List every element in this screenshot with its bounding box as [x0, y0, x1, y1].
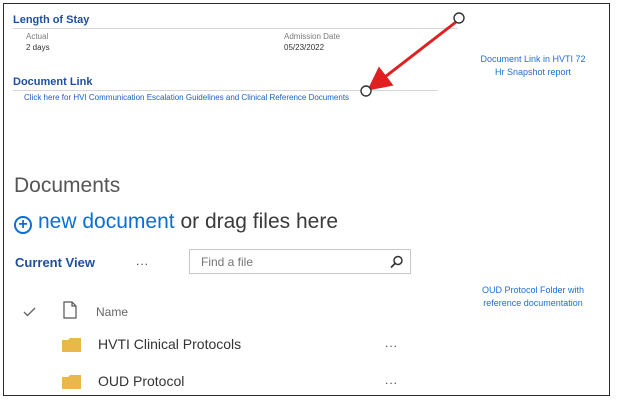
table-row[interactable]: OUD Protocol ...	[4, 368, 454, 395]
find-file-input[interactable]	[199, 254, 383, 270]
note-line: OUD Protocol Folder with	[481, 285, 585, 295]
note-line: Document Link in HVTI 72	[480, 54, 586, 64]
note-line: reference documentation	[483, 298, 583, 308]
row-name[interactable]: HVTI Clinical Protocols	[98, 336, 241, 352]
column-header-name[interactable]: Name	[96, 305, 128, 319]
drag-files-text: or drag files here	[180, 210, 339, 233]
annotation-note-document-link: Document Link in HVTI 72 Hr Snapshot rep…	[458, 53, 608, 79]
checkmark-icon[interactable]	[23, 307, 36, 317]
table-row[interactable]: HVTI Clinical Protocols ...	[4, 331, 454, 359]
new-document-row: new document or drag files here	[38, 210, 338, 234]
view-more-menu[interactable]: ...	[136, 254, 149, 268]
add-icon[interactable]: +	[14, 216, 32, 234]
row-more-menu[interactable]: ...	[385, 373, 398, 387]
row-more-menu[interactable]: ...	[385, 336, 398, 350]
current-view-button[interactable]: Current View	[15, 255, 95, 270]
folder-icon	[62, 375, 81, 389]
new-document-link[interactable]: new document	[38, 210, 175, 233]
find-file-search-box[interactable]	[189, 249, 411, 274]
annotation-note-oud-folder: OUD Protocol Folder with reference docum…	[458, 284, 608, 310]
note-line: Hr Snapshot report	[494, 67, 572, 77]
search-icon[interactable]	[390, 255, 404, 269]
row-name[interactable]: OUD Protocol	[98, 373, 184, 389]
screenshot-frame: Length of Stay Actual Admission Date 2 d…	[3, 3, 610, 396]
folder-icon	[62, 338, 81, 352]
documents-heading: Documents	[14, 174, 121, 197]
file-type-icon	[63, 301, 77, 319]
